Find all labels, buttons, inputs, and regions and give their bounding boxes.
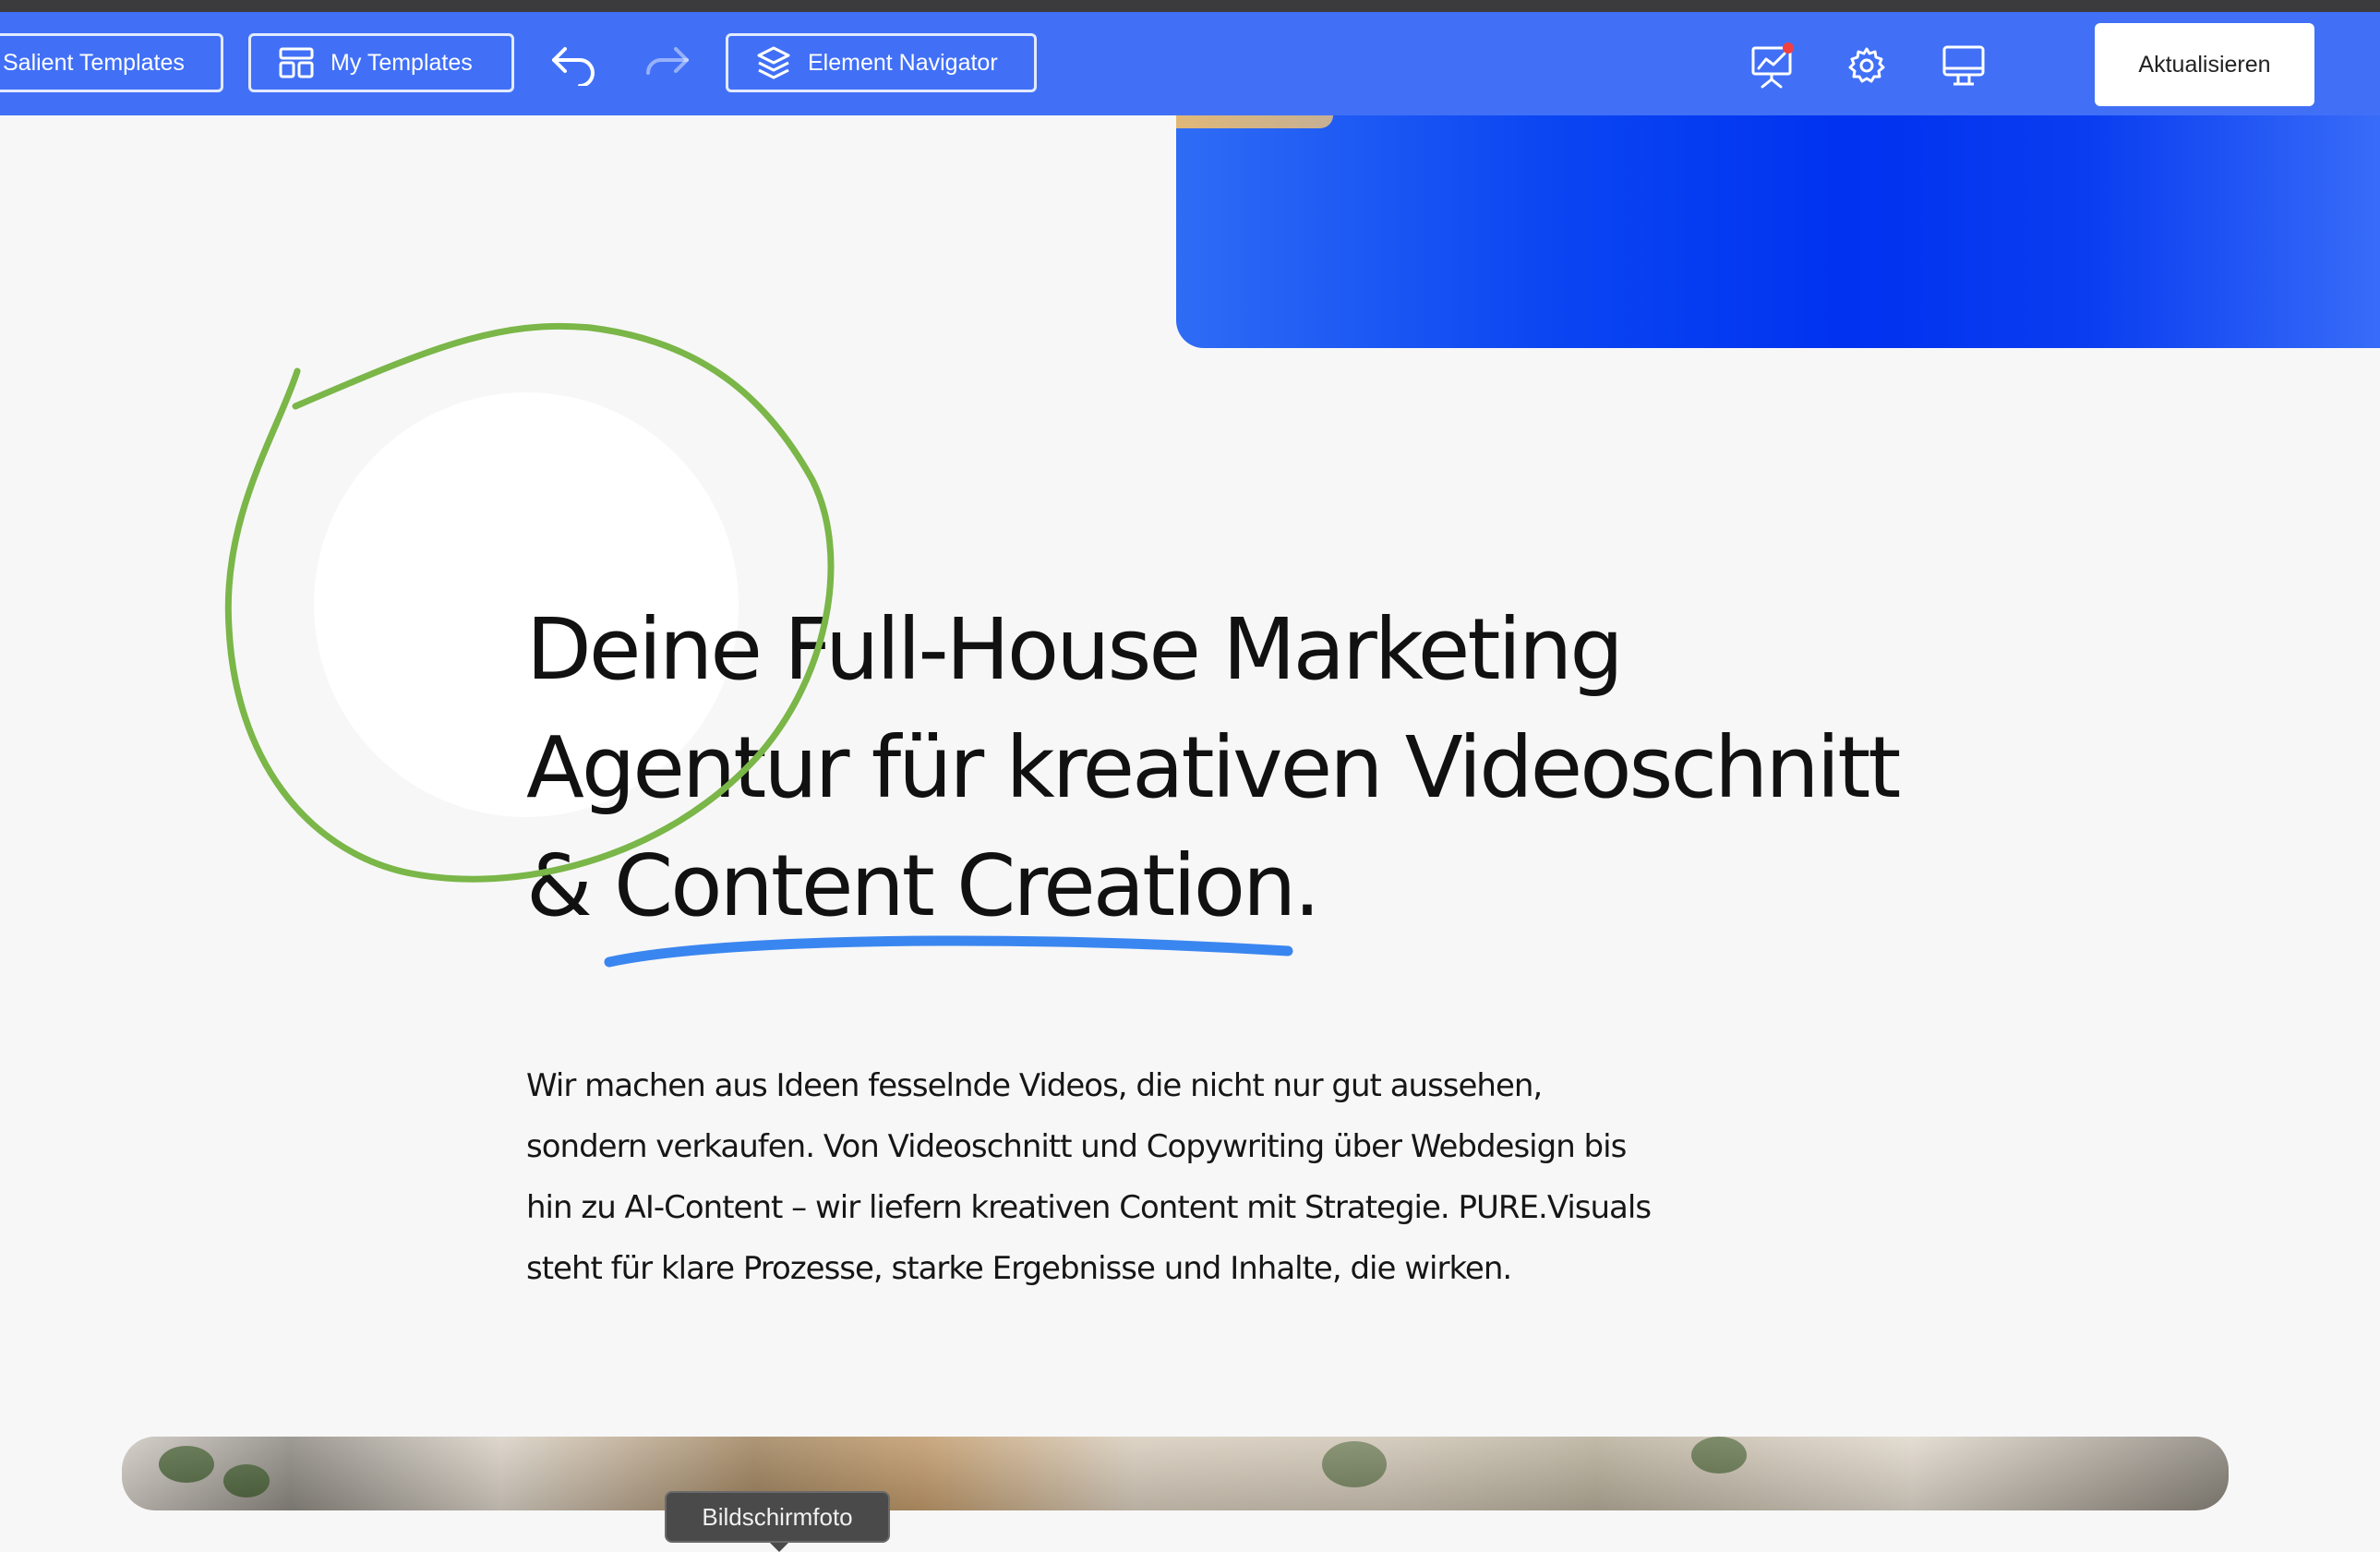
page-bottom-strip [0,1510,2380,1549]
hero-description: Wir machen aus Ideen fesselnde Videos, d… [526,1055,1717,1299]
description-line-1: Wir machen aus Ideen fesselnde Videos, d… [526,1067,1543,1104]
description-line-4: steht für klare Prozesse, starke Ergebni… [526,1250,1512,1287]
blue-underline-stroke [604,935,1293,968]
screenshot-tooltip: Bildschirmfoto [665,1491,890,1552]
tooltip-label: Bildschirmfoto [702,1502,853,1531]
annotation-overlay [224,322,1293,968]
hero-photo [122,1437,2229,1510]
green-annotation-circle [224,322,835,883]
plant-leaf-shape [1322,1441,1387,1487]
description-line-2: sondern verkaufen. Von Videoschnitt und … [526,1128,1627,1165]
plant-leaf-shape [159,1446,214,1483]
description-line-3: hin zu AI-Content – wir liefern kreative… [526,1189,1652,1226]
plant-leaf-shape [1691,1437,1747,1474]
plant-leaf-shape [223,1464,270,1498]
